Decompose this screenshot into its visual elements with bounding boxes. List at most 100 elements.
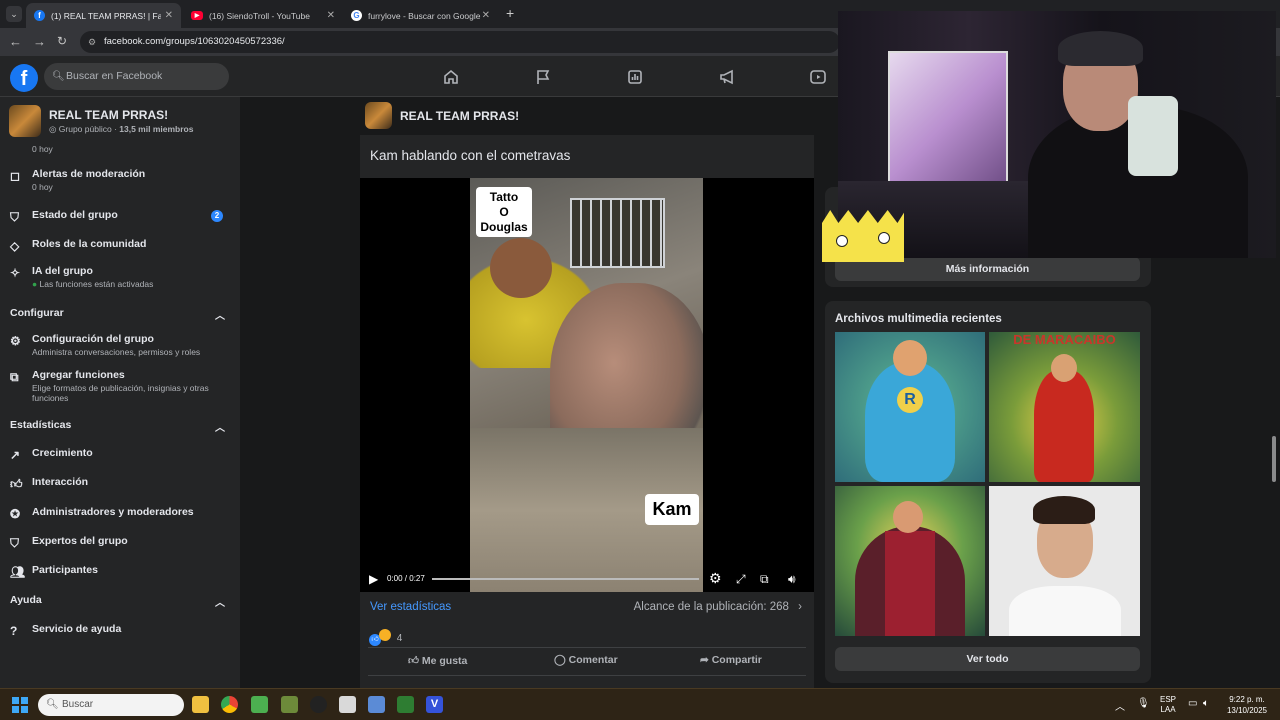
close-tab-icon[interactable]: ✕ xyxy=(482,10,490,21)
comment-button[interactable]: ◯ Comentar xyxy=(554,654,618,666)
recent-media-title: Archivos multimedia recientes xyxy=(835,313,1002,325)
stats-icon[interactable] xyxy=(626,68,644,86)
minecraft-launcher-icon[interactable] xyxy=(281,696,298,713)
play-icon[interactable]: ▶ xyxy=(369,572,378,586)
back-icon[interactable]: ← xyxy=(9,34,22,49)
new-tab-button[interactable]: + xyxy=(506,5,514,21)
sidebar-item-group-experts[interactable]: ⛉ Expertos del grupo xyxy=(10,535,235,551)
microphone-icon[interactable]: 🎙︎ xyxy=(1137,698,1150,709)
chrome-icon[interactable] xyxy=(221,696,238,713)
video-label-kam: Kam xyxy=(645,494,699,525)
sidebar-item-growth[interactable]: ↗ Crecimiento xyxy=(10,447,235,463)
puzzle-icon: ⧉ xyxy=(10,370,19,384)
sidebar-item-participants[interactable]: 👥︎ Participantes xyxy=(10,564,235,580)
tab-youtube[interactable]: ▶ (16) SiendoTroll - YouTube ✕ xyxy=(183,3,343,28)
media-photo-shirt xyxy=(1009,586,1121,636)
sidebar-item-label: Administradores y moderadores xyxy=(32,506,194,518)
post-reach[interactable]: Alcance de la publicación: 268 › xyxy=(634,601,802,613)
taskbar-search-input[interactable]: 🔍︎ Buscar xyxy=(38,694,184,716)
media-hero-blue xyxy=(865,362,955,482)
section-statistics[interactable]: Estadísticas ︿ xyxy=(10,419,225,434)
close-tab-icon[interactable]: ✕ xyxy=(165,10,173,21)
url-field[interactable]: ⚙ facebook.com/groups/1063020450572336/ xyxy=(80,31,840,53)
app-v-icon[interactable]: V xyxy=(426,696,443,713)
video-icon[interactable] xyxy=(809,68,827,86)
close-tab-icon[interactable]: ✕ xyxy=(327,10,335,21)
tab-facebook[interactable]: f (1) REAL TEAM PRRAS! | Facebo ✕ xyxy=(26,3,181,28)
calculator-icon[interactable] xyxy=(368,696,385,713)
facebook-logo[interactable]: f xyxy=(10,64,38,92)
chevron-up-icon[interactable]: ︿ xyxy=(1115,698,1125,713)
group-thumbnail[interactable] xyxy=(9,105,41,137)
post-reach-text: Alcance de la publicación: 268 xyxy=(633,601,789,613)
language-indicator[interactable]: ESP LAA xyxy=(1158,695,1178,715)
clock-date: 13/10/2025 xyxy=(1226,706,1268,715)
feed-group-name[interactable]: REAL TEAM PRRAS! xyxy=(400,109,519,123)
thumbs-up-icon: 👍︎ xyxy=(408,655,422,667)
pip-icon[interactable]: ⧉ xyxy=(760,572,769,587)
admin-sidebar: REAL TEAM PRRAS! ◎ Grupo público · 13,5 … xyxy=(0,97,240,688)
see-all-button[interactable]: Ver todo xyxy=(835,647,1140,671)
page-scrollbar[interactable] xyxy=(1272,436,1276,482)
pc-case xyxy=(888,51,1008,191)
section-help[interactable]: Ayuda ︿ xyxy=(10,594,225,609)
app-media-icon[interactable] xyxy=(339,696,356,713)
sidebar-item-add-features[interactable]: ⧉ Agregar funciones Elige formatos de pu… xyxy=(10,369,235,405)
video-progress-bar[interactable] xyxy=(432,578,699,580)
network-icon[interactable]: ▭ xyxy=(1188,698,1197,709)
reload-icon[interactable]: ↻ xyxy=(57,34,67,48)
megaphone-icon[interactable] xyxy=(718,68,736,86)
share-button[interactable]: ➦ Compartir xyxy=(700,654,762,666)
settings-icon[interactable]: ⚙ xyxy=(709,570,722,587)
sidebar-item-community-roles[interactable]: ◇ Roles de la comunidad xyxy=(10,238,235,254)
site-info-icon[interactable]: ⚙ xyxy=(88,31,96,53)
group-name[interactable]: REAL TEAM PRRAS! xyxy=(49,108,168,122)
home-icon[interactable] xyxy=(442,68,460,86)
sidebar-item-interaction[interactable]: 👍︎ Interacción xyxy=(10,476,235,492)
facebook-search-input[interactable]: 🔍︎ Buscar en Facebook xyxy=(44,63,229,90)
taskbar-search-placeholder: Buscar xyxy=(62,699,94,710)
app-g-icon[interactable] xyxy=(310,696,327,713)
status-badge: 2 xyxy=(211,210,223,222)
volume-icon[interactable]: 🔈︎ xyxy=(1203,698,1209,709)
group-meta: ◎ Grupo público · 13,5 mil miembros xyxy=(49,124,193,135)
chevron-up-icon[interactable]: ︿ xyxy=(215,419,225,434)
media-thumb-2[interactable]: DE MARACAIBO xyxy=(989,332,1140,482)
media-thumb-4[interactable] xyxy=(989,486,1140,636)
sidebar-item-label: Configuración del grupo xyxy=(32,333,154,345)
sidebar-item-help-center[interactable]: ? Servicio de ayuda xyxy=(10,623,235,639)
fullscreen-icon[interactable]: ⤢ xyxy=(736,572,746,587)
section-configure[interactable]: Configurar ︿ xyxy=(10,307,225,322)
tab-google[interactable]: G furrylove - Buscar con Google ✕ xyxy=(343,3,498,28)
forward-icon[interactable]: → xyxy=(33,34,46,49)
video-player[interactable]: Tatto O Douglas Kam ▶ 0:00 / 0:27 ⚙ ⤢ ⧉ … xyxy=(360,178,814,592)
flag-icon[interactable] xyxy=(534,68,552,86)
tab-list-dropdown-icon[interactable]: ⌄ xyxy=(6,6,22,22)
sidebar-item-sub: Elige formatos de publicación, insignias… xyxy=(32,383,209,403)
chevron-up-icon[interactable]: ︿ xyxy=(215,594,225,609)
chevron-up-icon[interactable]: ︿ xyxy=(215,307,225,322)
group-thumbnail[interactable] xyxy=(365,102,392,129)
windows-start-icon[interactable] xyxy=(12,697,28,713)
view-stats-link[interactable]: Ver estadísticas xyxy=(370,601,451,613)
app-green-icon[interactable] xyxy=(397,696,414,713)
star-icon: ✪ xyxy=(10,507,21,521)
lang-bottom: LAA xyxy=(1160,705,1176,714)
sidebar-item-moderation-alerts[interactable]: ◻︎ Alertas de moderación 0 hoy xyxy=(10,168,235,196)
reactions-summary[interactable]: 👍︎ 4 xyxy=(369,629,402,646)
trend-icon: ↗ xyxy=(10,448,21,462)
like-button[interactable]: 👍︎ Me gusta xyxy=(408,654,467,667)
clock[interactable]: 9:22 p. m. 13/10/2025 xyxy=(1222,694,1272,716)
sidebar-item-label: Alertas de moderación xyxy=(32,168,146,180)
media-thumb-3[interactable] xyxy=(835,486,985,636)
sidebar-item-group-settings[interactable]: ⚙ Configuración del grupo Administra con… xyxy=(10,333,235,361)
gear-icon: ⚙ xyxy=(10,334,21,348)
volume-icon[interactable]: 🔊︎ xyxy=(788,572,796,587)
sidebar-item-group-status[interactable]: ⛉ Estado del grupo 2 xyxy=(10,209,235,225)
minecraft-icon[interactable] xyxy=(251,696,268,713)
file-explorer-icon[interactable] xyxy=(192,696,209,713)
sidebar-item-admins-mods[interactable]: ✪ Administradores y moderadores xyxy=(10,506,235,522)
media-thumb-1[interactable]: R xyxy=(835,332,985,482)
sidebar-item-label: Participantes xyxy=(32,564,98,576)
sidebar-item-group-ai[interactable]: ✧ IA del grupo ● Las funciones están act… xyxy=(10,265,235,293)
